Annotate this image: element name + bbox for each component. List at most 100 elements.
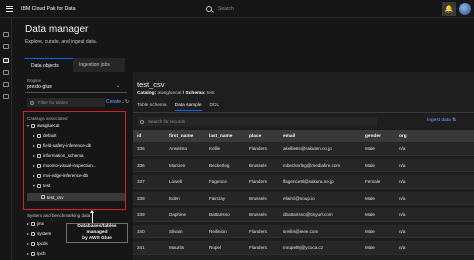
table-cell: sreilin@ieee.com: [283, 228, 319, 234]
tab-data-sample[interactable]: Data sample: [174, 103, 202, 111]
divider: [133, 112, 474, 113]
chevron-right-icon[interactable]: ▸: [27, 251, 29, 256]
table-cell: Brussels: [249, 212, 267, 217]
tree-item-system[interactable]: ▸ tpch: [27, 251, 46, 256]
column-header[interactable]: place: [249, 134, 261, 139]
detail-tabs: Table schema Data sample DDL: [137, 103, 219, 111]
table-cell: 337: [137, 179, 145, 184]
history-icon[interactable]: [3, 82, 9, 87]
table-cell: Flanders: [249, 245, 267, 250]
queries-icon[interactable]: [3, 70, 9, 75]
table-row[interactable]: 337 Lowell Fagence Flanders lfagence9l@sakur…: [133, 175, 474, 189]
page-title: Data manager: [25, 24, 89, 35]
table-row[interactable]: 336 Marcien Beckerleg Brussels mbeckerleg@me…: [133, 158, 474, 172]
table-cell: Brussels: [249, 195, 267, 201]
chevron-right-icon[interactable]: ▸: [27, 221, 29, 226]
table-row[interactable]: 339 Daphine Battarisno Brussels dbattarisno@…: [133, 208, 474, 222]
tab-ddl[interactable]: DDL: [210, 103, 220, 111]
table-cell: akellie8c@rakuten.co.jp: [283, 146, 332, 151]
projects-icon[interactable]: [3, 44, 9, 49]
record-search[interactable]: Search for records: [137, 117, 377, 126]
table-cell: Brussels: [249, 162, 267, 168]
table-cell: dbattarisno@tinyurl.com: [283, 212, 333, 217]
column-header[interactable]: first_name: [169, 134, 193, 139]
table-cell: 340: [137, 228, 145, 234]
table-cell: n/a: [399, 195, 406, 201]
table-cell: Male: [365, 228, 375, 234]
tab-table-schema[interactable]: Table schema: [137, 103, 167, 111]
table-cell: 336: [137, 162, 145, 168]
table-cell: Kellie: [209, 146, 221, 151]
column-header[interactable]: id: [137, 134, 141, 139]
table-cell: Male: [365, 212, 375, 217]
table-filter-input[interactable]: Filter for tables: [38, 100, 68, 105]
table-row[interactable]: 338 Eden Fairclay Brussels efaircl@soup.io Ma…: [133, 191, 474, 205]
table-title: test_csv: [137, 80, 165, 89]
column-header[interactable]: email: [283, 134, 295, 139]
search-input[interactable]: Search: [218, 6, 234, 12]
table-cell: Fagence: [209, 179, 227, 184]
refresh-icon[interactable]: ↻: [125, 99, 129, 105]
chevron-down-icon[interactable]: ⌄: [116, 83, 120, 89]
catalog-breadcrumb: Catalog: awsgluecat / Schema: test: [137, 91, 215, 96]
table-cell: lfagence9l@sakura.ne.jp: [283, 179, 334, 184]
settings-icon[interactable]: [3, 94, 9, 99]
table-cell: Beckerleg: [209, 162, 230, 168]
notification-icon[interactable]: 🔔: [442, 2, 456, 16]
table-row[interactable]: 341 Maurits Rupel Flanders mrupel9j@ycoca.cz…: [133, 241, 474, 255]
highlight-box: [23, 111, 126, 210]
table-cell: mrupel9j@ycoca.cz: [283, 245, 324, 250]
arrow-icon: [90, 210, 94, 223]
catalog-icon: [31, 221, 36, 226]
table-cell: Flanders: [249, 228, 267, 234]
table-cell: Eden: [169, 195, 180, 201]
engine-select[interactable]: presto-glue: [27, 84, 52, 90]
table-header: id first_name last_name place email gend…: [133, 130, 474, 142]
chevron-right-icon[interactable]: ▸: [27, 231, 29, 236]
column-header[interactable]: org: [399, 134, 407, 139]
tree-item-system[interactable]: ▸ jmx: [27, 221, 44, 226]
table-cell: mbeckerleg@mediafire.com: [283, 162, 341, 168]
table-cell: Male: [365, 146, 375, 151]
table-filter[interactable]: Filter for tables: [27, 98, 105, 107]
table-cell: Daphine: [169, 212, 187, 217]
main-tabs: Data objects Ingestion jobs: [25, 58, 125, 72]
table-cell: Rupel: [209, 245, 222, 250]
tree-item-system[interactable]: ▸ tpcds: [27, 241, 48, 246]
data-icon[interactable]: [3, 58, 9, 63]
record-search-input[interactable]: Search for records: [148, 119, 185, 124]
table-cell: 341: [137, 245, 145, 250]
table-cell: Silvain: [169, 228, 183, 234]
tab-data-objects[interactable]: Data objects: [25, 58, 73, 72]
column-header[interactable]: last_name: [209, 134, 232, 139]
column-header[interactable]: gender: [365, 134, 381, 139]
table-cell: Female: [365, 179, 381, 184]
table-cell: Male: [365, 162, 375, 168]
search-icon: [206, 6, 212, 12]
catalog-icon: [31, 241, 36, 246]
search-icon: [30, 100, 34, 105]
table-cell: Flanders: [249, 179, 267, 184]
page-subtitle: Explore, curate, and ingest data.: [25, 39, 97, 45]
system-label: System and benchmarking data: [27, 213, 91, 218]
table-row[interactable]: 335 Anselma Kellie Flanders akellie8c@rakute…: [133, 142, 474, 156]
home-icon[interactable]: [3, 32, 9, 37]
global-search[interactable]: Search: [206, 3, 416, 15]
table-cell: Flanders: [249, 146, 267, 151]
table-cell: efaircl@soup.io: [283, 195, 315, 201]
table-cell: 339: [137, 212, 145, 217]
create-button[interactable]: Create: [106, 99, 121, 105]
table-cell: n/a: [399, 245, 406, 250]
ingest-data-button[interactable]: Ingest data ⇅: [427, 118, 456, 123]
tree-item-system[interactable]: ▸ system: [27, 231, 51, 236]
divider: [25, 92, 127, 93]
brand-name[interactable]: IBM Cloud Pak for Data: [21, 6, 76, 12]
table-cell: Lowell: [169, 179, 183, 184]
menu-icon[interactable]: [0, 0, 18, 18]
catalog-icon: [31, 231, 36, 236]
table-row[interactable]: 340 Silvain Reilinion Flanders sreilin@ieee.…: [133, 224, 474, 238]
avatar[interactable]: [459, 3, 471, 15]
table-cell: Reilinion: [209, 228, 227, 234]
tab-ingestion-jobs[interactable]: Ingestion jobs: [73, 58, 125, 72]
chevron-right-icon[interactable]: ▸: [27, 241, 29, 246]
